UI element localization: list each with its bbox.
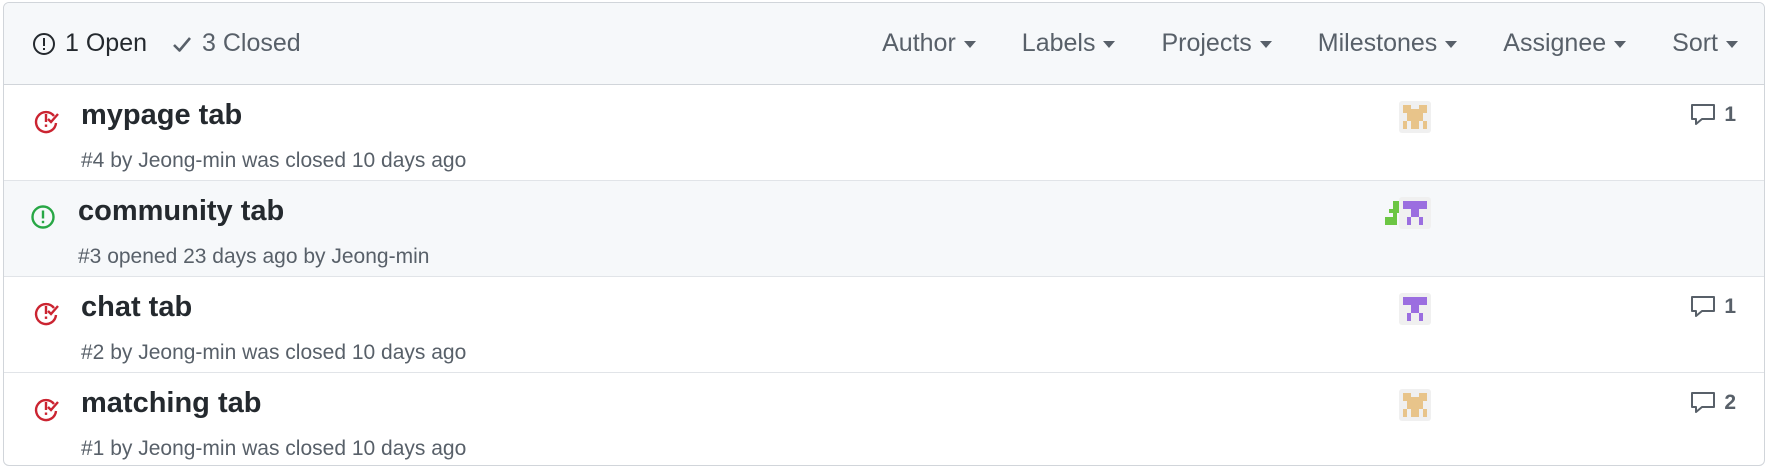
issue-opened-icon [31, 205, 55, 229]
issue-author-link[interactable]: Jeong-min [138, 341, 236, 364]
sort-filter-label: Sort [1672, 28, 1718, 57]
issue-meta: #4 by Jeong-min was closed 10 days ago [81, 149, 466, 173]
assignee-filter-label: Assignee [1503, 28, 1607, 57]
issue-meta-text: was closed 10 days ago [236, 149, 467, 172]
issue-closed-icon [34, 302, 59, 326]
filter-dropdowns: Author Labels Projects Milestones Assign… [859, 3, 1764, 83]
check-icon [173, 36, 192, 52]
issue-number: #4 [81, 149, 105, 172]
issue-title-link[interactable]: matching tab [81, 387, 261, 420]
issue-meta-text: by [104, 437, 139, 460]
issue-opened-icon [33, 32, 55, 55]
comments-link[interactable]: 1 [1690, 295, 1736, 319]
caret-down-icon [1614, 41, 1627, 48]
issue-meta: #1 by Jeong-min was closed 10 days ago [81, 437, 466, 461]
issue-title-link[interactable]: community tab [78, 195, 284, 228]
issue-title-link[interactable]: mypage tab [81, 99, 242, 132]
open-count-label: 1 Open [65, 29, 148, 57]
assignee-avatar[interactable] [1399, 293, 1431, 325]
sort-filter[interactable]: Sort [1649, 29, 1764, 58]
closed-count-label: 3 Closed [202, 29, 301, 57]
issue-number: #2 [81, 341, 105, 364]
issue-title-link[interactable]: chat tab [81, 291, 192, 324]
caret-down-icon [963, 41, 976, 48]
author-filter-label: Author [882, 28, 956, 57]
issue-meta-text: by [104, 341, 139, 364]
issue-number: #3 [78, 245, 102, 268]
issue-meta-text: was closed 10 days ago [236, 437, 467, 460]
issue-closed-icon [34, 398, 59, 422]
comment-icon [1691, 392, 1716, 413]
issue-row[interactable]: community tab #3 opened 23 days ago by J… [4, 181, 1764, 277]
comments-link[interactable]: 1 [1690, 103, 1736, 127]
issue-author-link[interactable]: Jeong-min [138, 437, 236, 460]
issue-author-link[interactable]: Jeong-min [331, 245, 429, 268]
caret-down-icon [1103, 41, 1116, 48]
caret-down-icon [1726, 41, 1738, 48]
comment-icon [1691, 296, 1716, 317]
assignee-avatar[interactable] [1399, 101, 1431, 133]
issue-author-link[interactable]: Jeong-min [138, 149, 236, 172]
issue-row[interactable]: mypage tab #4 by Jeong-min was closed 10… [4, 85, 1764, 181]
author-filter[interactable]: Author [859, 29, 999, 58]
issues-list-box: 1 Open 3 Closed Author Labels Projects M… [3, 2, 1765, 466]
milestones-filter-label: Milestones [1317, 28, 1438, 57]
caret-down-icon [1445, 41, 1458, 48]
open-issues-filter[interactable]: 1 Open [32, 29, 147, 58]
issue-closed-icon [34, 110, 59, 134]
issue-meta-text: by [104, 149, 139, 172]
issues-list-header: 1 Open 3 Closed Author Labels Projects M… [4, 3, 1764, 85]
comment-count: 1 [1724, 295, 1736, 318]
issue-row[interactable]: matching tab #1 by Jeong-min was closed … [4, 373, 1764, 465]
milestones-filter[interactable]: Milestones [1295, 29, 1481, 58]
issue-row[interactable]: chat tab #2 by Jeong-min was closed 10 d… [4, 277, 1764, 373]
comment-count: 1 [1724, 103, 1736, 126]
labels-filter-label: Labels [1021, 28, 1096, 57]
labels-filter[interactable]: Labels [999, 29, 1139, 58]
assignee-filter[interactable]: Assignee [1480, 29, 1649, 58]
issue-meta-text: opened 23 days ago by [101, 245, 332, 268]
issue-meta-text: was closed 10 days ago [236, 341, 467, 364]
closed-issues-filter[interactable]: 3 Closed [171, 29, 301, 58]
projects-filter[interactable]: Projects [1138, 29, 1294, 58]
issue-number: #1 [81, 437, 105, 460]
assignee-avatar[interactable] [1399, 389, 1431, 421]
issue-meta: #3 opened 23 days ago by Jeong-min [78, 245, 429, 269]
comments-link[interactable]: 2 [1690, 391, 1736, 415]
projects-filter-label: Projects [1161, 28, 1252, 57]
assignee-avatar[interactable] [1399, 197, 1431, 229]
issue-meta: #2 by Jeong-min was closed 10 days ago [81, 341, 466, 365]
caret-down-icon [1259, 41, 1272, 48]
comment-icon [1691, 104, 1716, 125]
comment-count: 2 [1724, 391, 1736, 414]
